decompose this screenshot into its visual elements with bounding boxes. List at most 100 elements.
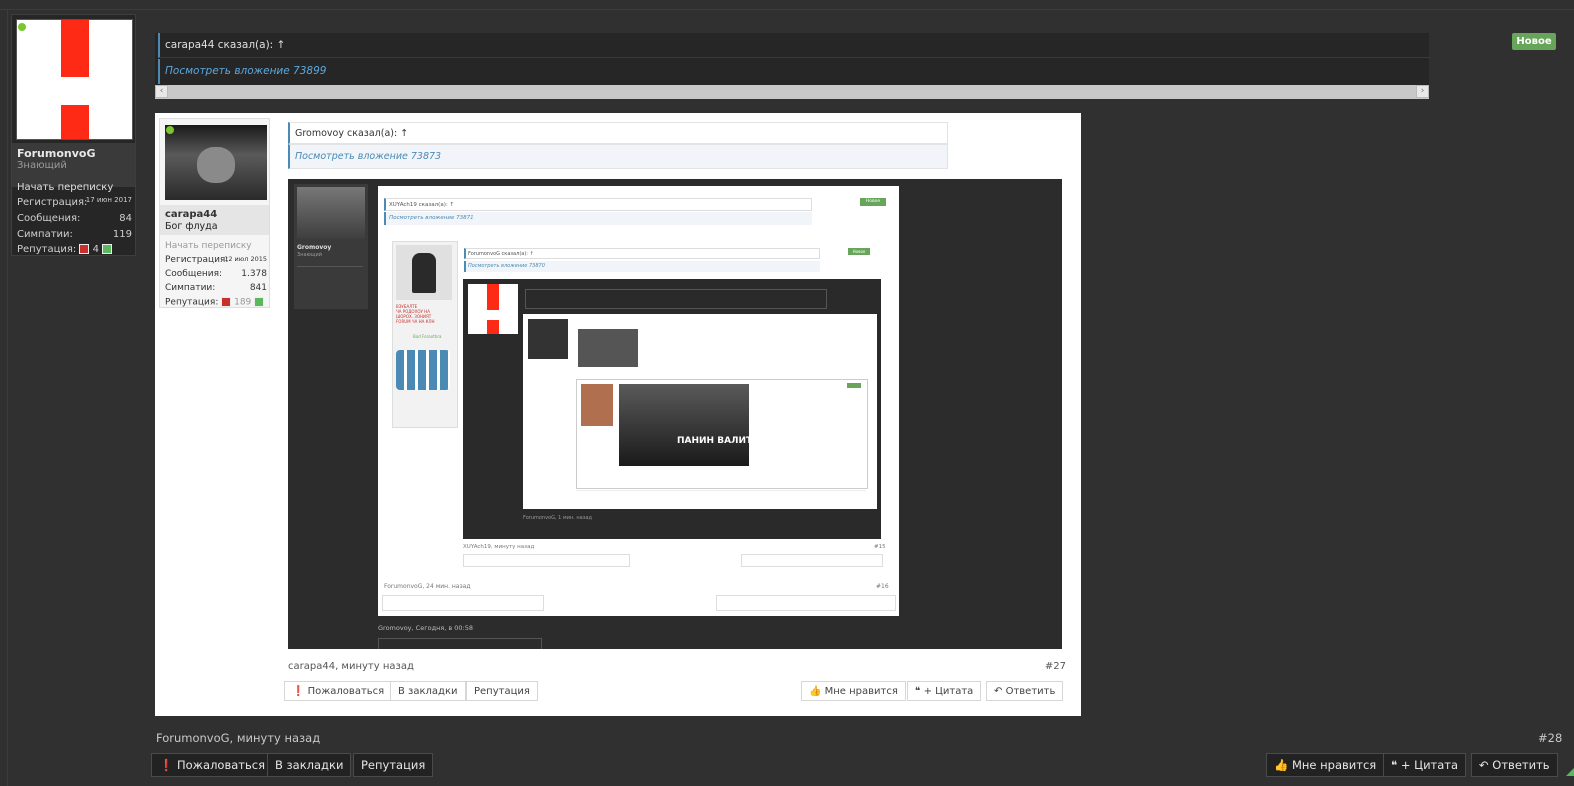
attached-image[interactable]: carapa44 Бог флуда Начать переписку Реги… (155, 113, 1081, 716)
post-meta[interactable]: ForumonvoG, минуту назад (156, 731, 320, 745)
rep-plus-icon (254, 297, 265, 307)
button-label: Мне нравится (824, 686, 898, 697)
nested-left-buttons (463, 554, 630, 567)
video-frame: ПАНИН ВАЛИТ! (619, 384, 756, 466)
scroll-left-icon[interactable]: ‹ (155, 85, 168, 98)
nested-link-1: Посмотреть вложение 73871 (384, 212, 812, 225)
warning-icon: ❗ (292, 686, 305, 697)
nested-quote-2: ForumonvoG сказал(а): ↑ (464, 248, 820, 259)
rep-minus-icon[interactable] (79, 244, 90, 254)
online-status-icon (166, 126, 174, 134)
button-label: Ответить (1005, 686, 1056, 697)
button-label: + Цитата (1400, 758, 1459, 772)
horizontal-scrollbar[interactable]: ‹ › (155, 85, 1429, 99)
stat-value[interactable]: 84 (119, 213, 132, 224)
nested-quote-1: XUYAch19 сказал(а): ↑ (384, 198, 812, 211)
stat-reputation: Репутация: 4 (17, 244, 132, 255)
nested-meta-outer: Gromovoy, Сегодня, в 00:58 (378, 624, 473, 632)
new-badge: Новое (1512, 33, 1556, 50)
quote-author[interactable]: carapa44 сказал(а): ↑ (165, 39, 285, 51)
reputation-value: 189 (234, 297, 252, 308)
rep-plus-icon[interactable] (102, 244, 113, 254)
nested-right-buttons-1 (716, 595, 896, 611)
thumbs-up-icon: 👍 (1274, 758, 1289, 772)
like-button[interactable]: 👍 Мне нравится (1266, 753, 1385, 777)
embedded-post-meta: carapa44, минуту назад (288, 661, 414, 672)
button-label: Пожаловаться (307, 686, 385, 697)
nested-user-card-2: ВЗУБАЛТЕ ЧА РОДОХОУ НА ШОРОХ. ЗОНИЯТ FOR… (392, 241, 458, 428)
stat-label: Сообщения: (165, 269, 223, 279)
reputation-value: 4 (92, 244, 100, 255)
reputation-button[interactable]: Репутация (353, 753, 434, 777)
stat-label: Репутация: (17, 244, 77, 255)
avatar-bar (61, 20, 89, 77)
avatar-figure (197, 147, 235, 183)
embedded-quote-author: Gromovoy сказал(а): ↑ (295, 128, 409, 139)
nested-right-buttons (741, 554, 883, 567)
stat-value: 1.378 (241, 269, 267, 279)
stat-value: 841 (249, 283, 267, 293)
frame-border-top (0, 9, 1574, 10)
nested-badge-3 (847, 383, 861, 388)
attachment-link[interactable]: Посмотреть вложение 73899 (165, 65, 326, 77)
avatar[interactable] (16, 19, 133, 140)
nested-user-title: Знающий (297, 252, 322, 258)
nested-white-post: ПАНИН ВАЛИТ! (523, 314, 877, 509)
avatar-bar (61, 105, 89, 139)
nested-link-2: Посмотреть вложение 73870 (464, 261, 820, 272)
embedded-report-button: ❗ Пожаловаться (284, 681, 393, 701)
button-label: Пожаловаться (176, 758, 266, 772)
motto-line: FORUM ЧА НА КЛН (396, 319, 435, 324)
button-label: Мне нравится (1291, 758, 1377, 772)
nested-avatar (297, 187, 365, 239)
nested-badge-1: Новое (860, 198, 886, 206)
nested-user2-name: Bad Foranthra (413, 334, 442, 339)
nested-meta-1: ForumonvoG, 24 мин. назад (384, 583, 471, 590)
embedded-stat: Репутация: 189 (165, 297, 267, 308)
nested-avatar-4 (528, 319, 568, 359)
report-button[interactable]: ❗ Пожаловаться (151, 753, 274, 777)
stat-label: Сообщения: (17, 213, 81, 224)
nested-username: Gromovoy (297, 244, 332, 251)
reply-icon: ↶ (994, 686, 1003, 697)
nested-user-card: Gromovoy Знающий (294, 184, 368, 309)
nested-badge-2: Новое (848, 248, 870, 255)
warning-icon: ❗ (159, 758, 174, 772)
online-status-icon (18, 23, 26, 31)
stat-value: 119 (112, 229, 132, 240)
username[interactable]: ForumonvoG (17, 147, 96, 160)
stat-messages: Сообщения: 84 (17, 213, 132, 224)
nested-avatar-5 (581, 384, 613, 426)
user-title: Знающий (17, 160, 67, 171)
nested-page: XUYAch19 сказал(а): ↑ Посмотреть вложени… (378, 186, 899, 616)
nested-meta-3: ForumonvoG, 1 мин. назад (523, 515, 592, 521)
thumbs-up-icon: 👍 (809, 686, 822, 697)
quote-button[interactable]: ❝ + Цитата (1383, 753, 1467, 777)
quote-header: carapa44 сказал(а): ↑ (158, 33, 1431, 58)
nested-buttons-row (576, 490, 866, 503)
reply-button[interactable]: ↶ Ответить (1471, 753, 1558, 777)
embedded-attachment-link: Посмотреть вложение 73873 (295, 151, 442, 162)
embedded-username: carapa44 (165, 209, 218, 220)
nested-num-2: #15 (874, 544, 886, 550)
stat-value: 17 июн 2017 (85, 196, 132, 204)
embedded-bookmark-button: В закладки (390, 681, 466, 701)
button-label: + Цитата (923, 686, 974, 697)
stat-label: Регистрация: (17, 197, 88, 208)
post-number[interactable]: #28 (1538, 731, 1562, 745)
quote-icon: ❝ (1391, 758, 1398, 772)
scroll-right-icon[interactable]: › (1416, 85, 1429, 98)
start-conversation-link[interactable]: Начать переписку (17, 182, 113, 193)
nested-left-buttons-1 (382, 595, 544, 611)
button-label: В закладки (398, 686, 458, 697)
nested-meta-2: XUYAch19, минуту назад (463, 544, 535, 550)
bookmark-button[interactable]: В закладки (267, 753, 352, 777)
quote-icon: ❝ (915, 686, 921, 697)
stat-label: Репутация: (165, 297, 219, 308)
video-caption: ПАНИН ВАЛИТ! (677, 436, 757, 446)
avatar-figure (412, 253, 436, 293)
button-label: В закладки (275, 758, 344, 772)
frame-border-left (7, 9, 8, 786)
nested-avatar-2 (396, 245, 452, 300)
embedded-quote-body: Посмотреть вложение 73873 (288, 144, 948, 169)
